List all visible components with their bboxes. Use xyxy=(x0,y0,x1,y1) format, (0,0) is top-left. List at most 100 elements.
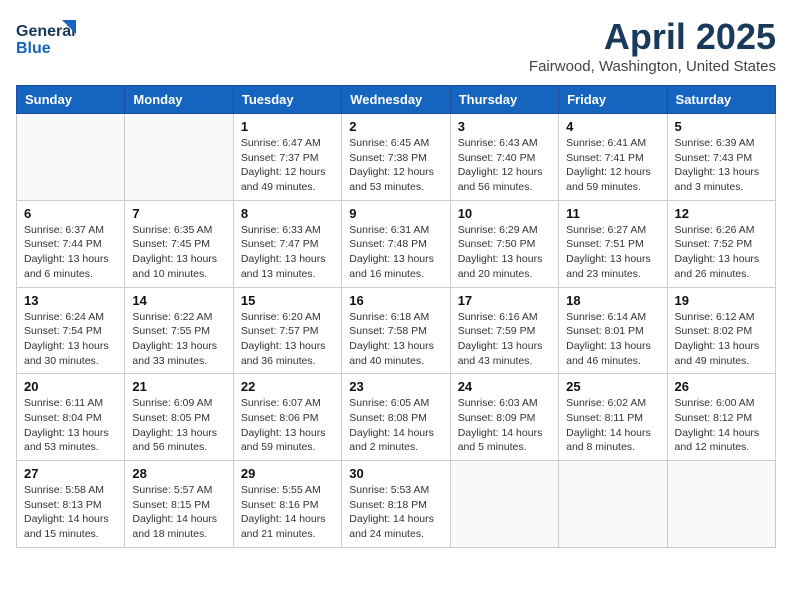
day-cell: 19Sunrise: 6:12 AMSunset: 8:02 PMDayligh… xyxy=(667,287,775,374)
day-cell xyxy=(667,461,775,548)
day-cell: 5 Sunrise: 6:39 AMSunset: 7:43 PMDaylight… xyxy=(667,114,775,201)
day-cell: 29 Sunrise: 5:55 AMSunset: 8:16 PMDayligh… xyxy=(233,461,341,548)
day-detail: Sunrise: 6:47 AMSunset: 7:37 PMDaylight:… xyxy=(241,136,334,195)
weekday-wednesday: Wednesday xyxy=(342,86,450,114)
day-detail: Sunrise: 6:39 AMSunset: 7:43 PMDaylight:… xyxy=(675,136,768,195)
calendar-table: SundayMondayTuesdayWednesdayThursdayFrid… xyxy=(16,85,776,548)
day-detail: Sunrise: 6:35 AMSunset: 7:45 PMDaylight:… xyxy=(132,223,225,282)
week-row-5: 27 Sunrise: 5:58 AMSunset: 8:13 PMDayligh… xyxy=(17,461,776,548)
day-number: 25 xyxy=(566,379,659,394)
day-detail: Sunrise: 6:31 AMSunset: 7:48 PMDaylight:… xyxy=(349,223,442,282)
day-number: 22 xyxy=(241,379,334,394)
day-detail: Sunrise: 5:55 AMSunset: 8:16 PMDaylight:… xyxy=(241,483,334,542)
svg-text:General: General xyxy=(16,23,76,40)
day-detail: Sunrise: 6:26 AMSunset: 7:52 PMDaylight:… xyxy=(675,223,768,282)
day-number: 12 xyxy=(675,206,768,221)
day-detail: Sunrise: 6:33 AMSunset: 7:47 PMDaylight:… xyxy=(241,223,334,282)
day-detail: Sunrise: 6:12 AMSunset: 8:02 PMDaylight:… xyxy=(675,310,768,369)
weekday-friday: Friday xyxy=(559,86,667,114)
day-cell: 18 Sunrise: 6:14 AMSunset: 8:01 PMDayligh… xyxy=(559,287,667,374)
day-cell: 27 Sunrise: 5:58 AMSunset: 8:13 PMDayligh… xyxy=(17,461,125,548)
week-row-2: 6Sunrise: 6:37 AMSunset: 7:44 PMDaylight… xyxy=(17,200,776,287)
week-row-1: 1 Sunrise: 6:47 AMSunset: 7:37 PMDaylight… xyxy=(17,114,776,201)
weekday-tuesday: Tuesday xyxy=(233,86,341,114)
day-cell: 6Sunrise: 6:37 AMSunset: 7:44 PMDaylight… xyxy=(17,200,125,287)
day-number: 15 xyxy=(241,293,334,308)
day-detail: Sunrise: 6:27 AMSunset: 7:51 PMDaylight:… xyxy=(566,223,659,282)
day-cell: 1 Sunrise: 6:47 AMSunset: 7:37 PMDaylight… xyxy=(233,114,341,201)
day-cell: 21Sunrise: 6:09 AMSunset: 8:05 PMDayligh… xyxy=(125,374,233,461)
day-detail: Sunrise: 6:29 AMSunset: 7:50 PMDaylight:… xyxy=(458,223,551,282)
day-number: 11 xyxy=(566,206,659,221)
day-number: 18 xyxy=(566,293,659,308)
day-detail: Sunrise: 6:18 AMSunset: 7:58 PMDaylight:… xyxy=(349,310,442,369)
day-cell: 12 Sunrise: 6:26 AMSunset: 7:52 PMDayligh… xyxy=(667,200,775,287)
day-number: 2 xyxy=(349,119,442,134)
day-number: 27 xyxy=(24,466,117,481)
day-cell: 3Sunrise: 6:43 AMSunset: 7:40 PMDaylight… xyxy=(450,114,558,201)
day-cell xyxy=(559,461,667,548)
day-cell: 8Sunrise: 6:33 AMSunset: 7:47 PMDaylight… xyxy=(233,200,341,287)
page-header: General Blue April 2025 Fairwood, Washin… xyxy=(16,16,776,75)
day-cell: 26 Sunrise: 6:00 AMSunset: 8:12 PMDayligh… xyxy=(667,374,775,461)
day-cell xyxy=(125,114,233,201)
day-detail: Sunrise: 6:24 AMSunset: 7:54 PMDaylight:… xyxy=(24,310,117,369)
day-detail: Sunrise: 5:57 AMSunset: 8:15 PMDaylight:… xyxy=(132,483,225,542)
day-number: 5 xyxy=(675,119,768,134)
day-number: 13 xyxy=(24,293,117,308)
day-number: 24 xyxy=(458,379,551,394)
day-number: 28 xyxy=(132,466,225,481)
weekday-monday: Monday xyxy=(125,86,233,114)
day-detail: Sunrise: 6:45 AMSunset: 7:38 PMDaylight:… xyxy=(349,136,442,195)
day-number: 21 xyxy=(132,379,225,394)
day-number: 26 xyxy=(675,379,768,394)
day-cell: 16 Sunrise: 6:18 AMSunset: 7:58 PMDayligh… xyxy=(342,287,450,374)
logo: General Blue xyxy=(16,16,76,60)
day-detail: Sunrise: 6:11 AMSunset: 8:04 PMDaylight:… xyxy=(24,396,117,455)
day-cell: 25 Sunrise: 6:02 AMSunset: 8:11 PMDayligh… xyxy=(559,374,667,461)
day-cell: 10 Sunrise: 6:29 AMSunset: 7:50 PMDayligh… xyxy=(450,200,558,287)
day-number: 10 xyxy=(458,206,551,221)
day-detail: Sunrise: 6:05 AMSunset: 8:08 PMDaylight:… xyxy=(349,396,442,455)
day-number: 6 xyxy=(24,206,117,221)
logo-icon: General Blue xyxy=(16,16,76,60)
weekday-saturday: Saturday xyxy=(667,86,775,114)
day-cell: 13 Sunrise: 6:24 AMSunset: 7:54 PMDayligh… xyxy=(17,287,125,374)
title-block: April 2025 Fairwood, Washington, United … xyxy=(529,16,776,75)
day-number: 9 xyxy=(349,206,442,221)
svg-text:Blue: Blue xyxy=(16,40,51,57)
day-cell: 24Sunrise: 6:03 AMSunset: 8:09 PMDayligh… xyxy=(450,374,558,461)
week-row-4: 20Sunrise: 6:11 AMSunset: 8:04 PMDayligh… xyxy=(17,374,776,461)
day-number: 29 xyxy=(241,466,334,481)
weekday-thursday: Thursday xyxy=(450,86,558,114)
day-number: 1 xyxy=(241,119,334,134)
day-cell: 7Sunrise: 6:35 AMSunset: 7:45 PMDaylight… xyxy=(125,200,233,287)
day-detail: Sunrise: 6:14 AMSunset: 8:01 PMDaylight:… xyxy=(566,310,659,369)
day-detail: Sunrise: 6:00 AMSunset: 8:12 PMDaylight:… xyxy=(675,396,768,455)
day-detail: Sunrise: 6:16 AMSunset: 7:59 PMDaylight:… xyxy=(458,310,551,369)
day-detail: Sunrise: 6:43 AMSunset: 7:40 PMDaylight:… xyxy=(458,136,551,195)
day-cell: 11 Sunrise: 6:27 AMSunset: 7:51 PMDayligh… xyxy=(559,200,667,287)
day-cell: 28 Sunrise: 5:57 AMSunset: 8:15 PMDayligh… xyxy=(125,461,233,548)
weekday-sunday: Sunday xyxy=(17,86,125,114)
calendar-body: 1 Sunrise: 6:47 AMSunset: 7:37 PMDaylight… xyxy=(17,114,776,548)
day-cell: 20Sunrise: 6:11 AMSunset: 8:04 PMDayligh… xyxy=(17,374,125,461)
day-cell: 9 Sunrise: 6:31 AMSunset: 7:48 PMDaylight… xyxy=(342,200,450,287)
day-number: 17 xyxy=(458,293,551,308)
day-number: 23 xyxy=(349,379,442,394)
day-cell: 30Sunrise: 5:53 AMSunset: 8:18 PMDayligh… xyxy=(342,461,450,548)
day-cell xyxy=(17,114,125,201)
day-detail: Sunrise: 5:58 AMSunset: 8:13 PMDaylight:… xyxy=(24,483,117,542)
day-number: 16 xyxy=(349,293,442,308)
day-number: 14 xyxy=(132,293,225,308)
week-row-3: 13 Sunrise: 6:24 AMSunset: 7:54 PMDayligh… xyxy=(17,287,776,374)
day-detail: Sunrise: 6:02 AMSunset: 8:11 PMDaylight:… xyxy=(566,396,659,455)
day-cell: 2 Sunrise: 6:45 AMSunset: 7:38 PMDaylight… xyxy=(342,114,450,201)
day-cell: 22Sunrise: 6:07 AMSunset: 8:06 PMDayligh… xyxy=(233,374,341,461)
day-cell xyxy=(450,461,558,548)
day-cell: 14Sunrise: 6:22 AMSunset: 7:55 PMDayligh… xyxy=(125,287,233,374)
day-detail: Sunrise: 5:53 AMSunset: 8:18 PMDaylight:… xyxy=(349,483,442,542)
day-cell: 15 Sunrise: 6:20 AMSunset: 7:57 PMDayligh… xyxy=(233,287,341,374)
day-detail: Sunrise: 6:20 AMSunset: 7:57 PMDaylight:… xyxy=(241,310,334,369)
calendar-location: Fairwood, Washington, United States xyxy=(529,58,776,75)
